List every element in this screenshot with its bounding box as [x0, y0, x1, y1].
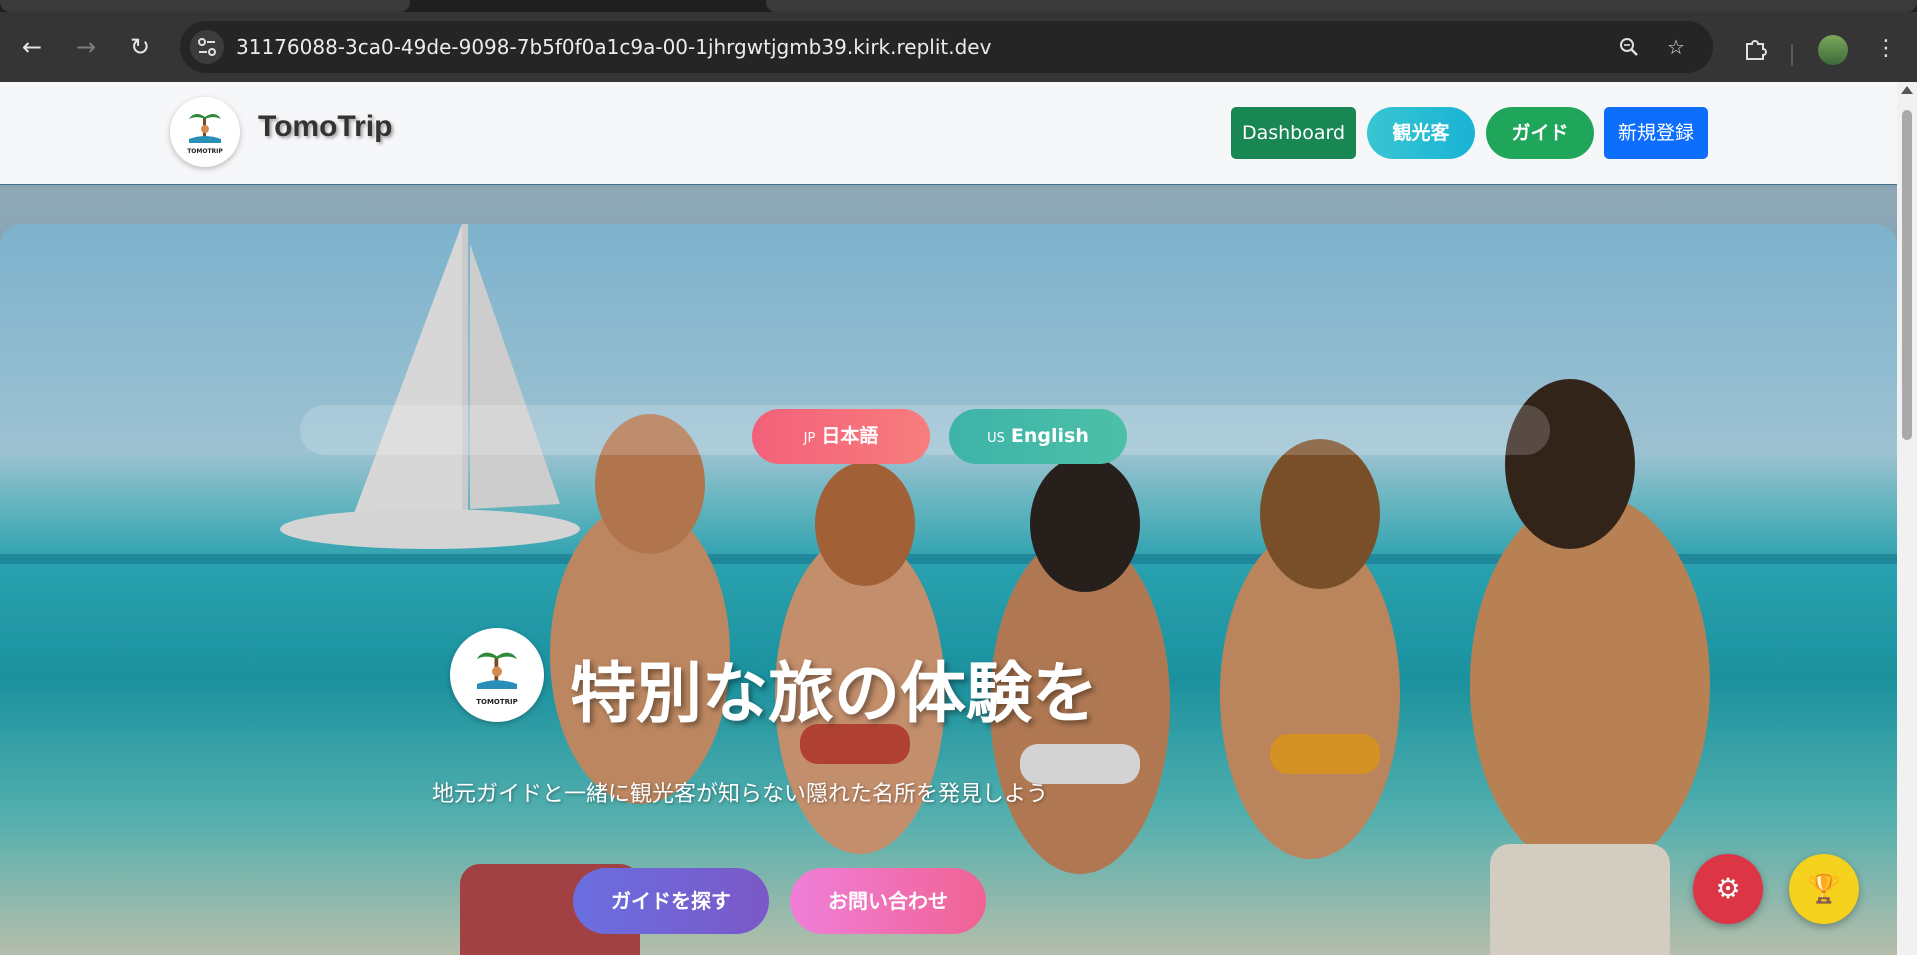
kebab-menu-icon[interactable]: ⋮ [1872, 35, 1900, 63]
flag-us-icon: US [987, 431, 1005, 446]
brand-name[interactable]: TomoTrip [258, 110, 392, 144]
forward-arrow-icon[interactable]: → [72, 33, 100, 61]
hero-subtitle: 地元ガイドと一緒に観光客が知らない隠れた名所を発見しよう [432, 782, 1049, 807]
address-bar[interactable]: 31176088-3ca0-49de-9098-7b5f0f0a1c9a-00-… [180, 21, 1713, 73]
reload-icon[interactable]: ↻ [126, 33, 154, 61]
site-logo[interactable]: TOMOTRIP [170, 97, 240, 167]
register-button[interactable]: 新規登録 [1604, 107, 1708, 159]
contact-button[interactable]: お問い合わせ [790, 868, 986, 934]
browser-tab[interactable] [766, 0, 1917, 12]
star-icon[interactable]: ☆ [1664, 35, 1688, 59]
hero-title: 特別な旅の体験を [570, 655, 1098, 732]
zoom-icon[interactable] [1617, 35, 1641, 59]
flag-jp-icon: JP [803, 431, 816, 446]
language-label: 日本語 [821, 425, 879, 447]
tune-icon[interactable] [190, 30, 224, 64]
guide-button[interactable]: ガイド [1486, 107, 1594, 159]
scroll-up-icon[interactable] [1901, 86, 1913, 94]
site-header: TOMOTRIP TomoTrip Dashboard 観光客 ガイド 新規登録 [0, 82, 1897, 184]
profile-avatar[interactable] [1818, 35, 1848, 65]
puzzle-icon[interactable] [1741, 35, 1769, 63]
page-scrollbar[interactable] [1897, 82, 1917, 955]
page-viewport: TOMOTRIP TomoTrip Dashboard 観光客 ガイド 新規登録… [0, 82, 1897, 955]
trophy-icon[interactable]: 🏆 [1789, 854, 1859, 924]
palm-tree-logo-icon [189, 113, 221, 143]
logo-caption: TOMOTRIP [187, 148, 223, 155]
dashboard-button[interactable]: Dashboard [1231, 107, 1356, 159]
hero-logo: TOMOTRIP [450, 628, 544, 722]
url-text[interactable]: 31176088-3ca0-49de-9098-7b5f0f0a1c9a-00-… [236, 21, 991, 73]
gear-icon[interactable]: ⚙ [1693, 854, 1763, 924]
toolbar-separator [1791, 44, 1793, 66]
scrollbar-thumb[interactable] [1902, 110, 1912, 440]
language-japanese-button[interactable]: JP 日本語 [752, 409, 930, 464]
back-arrow-icon[interactable]: ← [18, 33, 46, 61]
browser-toolbar: ← → ↻ 31176088-3ca0-49de-9098-7b5f0f0a1c… [0, 12, 1917, 82]
find-guide-button[interactable]: ガイドを探す [573, 868, 769, 934]
tourist-button[interactable]: 観光客 [1367, 107, 1475, 159]
palm-tree-logo-icon [477, 652, 517, 689]
hero-section [0, 224, 1897, 955]
browser-tab[interactable] [0, 0, 410, 12]
language-english-button[interactable]: US English [949, 409, 1127, 464]
hero-overlay [0, 224, 1897, 955]
tab-strip [0, 0, 1917, 12]
logo-caption: TOMOTRIP [476, 698, 518, 706]
language-label: English [1010, 425, 1089, 447]
